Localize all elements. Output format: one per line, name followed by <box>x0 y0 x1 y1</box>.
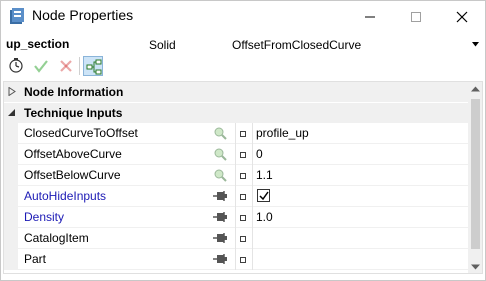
column-divider <box>235 207 236 228</box>
property-value[interactable]: 1.1 <box>256 168 273 182</box>
row-gutter <box>4 228 18 249</box>
pin-icon[interactable] <box>212 252 228 266</box>
property-row[interactable]: Part <box>4 249 468 270</box>
property-name: OffsetBelowCurve <box>24 168 121 182</box>
property-name: Density <box>24 210 65 224</box>
section-label: Node Information <box>24 85 124 99</box>
property-row[interactable]: ClosedCurveToOffset profile_up <box>4 123 468 144</box>
close-icon <box>456 11 468 23</box>
chevron-down-icon <box>472 42 479 47</box>
clock-icon <box>9 58 23 73</box>
tree-view-toggle[interactable] <box>83 56 103 76</box>
auto-hide-inputs-checkbox[interactable] <box>257 189 270 202</box>
magnifier-icon[interactable] <box>212 147 228 161</box>
link-marker[interactable] <box>240 152 246 158</box>
column-divider <box>252 249 253 270</box>
property-row[interactable]: Density 1.0 <box>4 207 468 228</box>
column-divider <box>235 144 236 165</box>
scroll-up-icon[interactable] <box>471 86 480 92</box>
node-properties-app-icon <box>10 8 24 24</box>
scroll-down-icon[interactable] <box>471 264 480 270</box>
property-row[interactable]: OffsetAboveCurve 0 <box>4 144 468 165</box>
column-divider <box>235 165 236 186</box>
maximize-button[interactable] <box>393 1 439 32</box>
window-title: Node Properties <box>32 7 134 23</box>
property-name: Part <box>24 252 47 266</box>
minimize-button[interactable] <box>347 1 393 32</box>
technique-value: OffsetFromClosedCurve <box>232 38 362 52</box>
technique-dropdown[interactable]: OffsetFromClosedCurve <box>228 35 483 54</box>
node-name: up_section <box>6 37 70 51</box>
close-button[interactable] <box>439 1 485 32</box>
row-gutter <box>4 165 18 186</box>
column-divider <box>252 186 253 207</box>
link-marker[interactable] <box>240 215 246 221</box>
magnifier-icon[interactable] <box>212 126 228 140</box>
node-header: up_section Solid OffsetFromClosedCurve <box>1 33 485 55</box>
row-gutter <box>4 249 18 270</box>
collapse-arrow-icon[interactable] <box>8 108 16 117</box>
property-row[interactable]: AutoHideInputs <box>4 186 468 207</box>
toolbar-divider <box>79 57 80 75</box>
node-type: Solid <box>149 38 176 52</box>
tree-view-icon <box>86 59 102 75</box>
vertical-scrollbar[interactable] <box>468 82 482 273</box>
link-marker[interactable] <box>240 257 246 263</box>
column-divider <box>235 123 236 144</box>
row-gutter <box>4 144 18 165</box>
column-divider <box>235 249 236 270</box>
column-divider <box>235 186 236 207</box>
x-icon <box>60 60 72 72</box>
property-value[interactable]: profile_up <box>256 126 309 140</box>
history-button[interactable] <box>6 56 26 76</box>
title-bar[interactable]: Node Properties <box>1 1 485 32</box>
bottom-strip <box>1 274 485 280</box>
section-label: Technique Inputs <box>24 106 123 120</box>
column-divider <box>252 207 253 228</box>
section-node-information[interactable]: Node Information <box>4 82 468 102</box>
maximize-icon <box>411 12 421 22</box>
minimize-icon <box>365 16 375 18</box>
link-marker[interactable] <box>240 194 246 200</box>
column-divider <box>252 144 253 165</box>
property-name: CatalogItem <box>24 231 89 245</box>
property-value[interactable]: 1.0 <box>256 210 273 224</box>
row-gutter <box>4 123 18 144</box>
checkmark-icon <box>259 191 269 201</box>
column-divider <box>252 228 253 249</box>
property-row[interactable]: CatalogItem <box>4 228 468 249</box>
column-divider <box>252 123 253 144</box>
column-divider <box>235 228 236 249</box>
pin-icon[interactable] <box>212 189 228 203</box>
check-icon <box>34 60 48 73</box>
row-gutter <box>4 207 18 228</box>
pin-icon[interactable] <box>212 231 228 245</box>
cancel-button[interactable] <box>56 56 76 76</box>
toolbar <box>1 55 485 77</box>
apply-button[interactable] <box>31 56 51 76</box>
property-name: OffsetAboveCurve <box>24 147 122 161</box>
link-marker[interactable] <box>240 131 246 137</box>
link-marker[interactable] <box>240 236 246 242</box>
node-properties-window: Node Properties up_section Solid OffsetF… <box>0 0 486 281</box>
expand-arrow-icon[interactable] <box>8 87 16 96</box>
magnifier-icon[interactable] <box>212 168 228 182</box>
property-name: ClosedCurveToOffset <box>24 126 138 140</box>
property-row[interactable]: OffsetBelowCurve 1.1 <box>4 165 468 186</box>
property-name: AutoHideInputs <box>24 189 107 203</box>
section-technique-inputs[interactable]: Technique Inputs <box>4 103 468 123</box>
property-grid: Node Information Technique Inputs Closed… <box>3 81 483 274</box>
column-divider <box>252 165 253 186</box>
scrollbar-thumb[interactable] <box>471 99 480 249</box>
property-value[interactable]: 0 <box>256 147 263 161</box>
link-marker[interactable] <box>240 173 246 179</box>
row-gutter <box>4 186 18 207</box>
pin-icon[interactable] <box>212 210 228 224</box>
